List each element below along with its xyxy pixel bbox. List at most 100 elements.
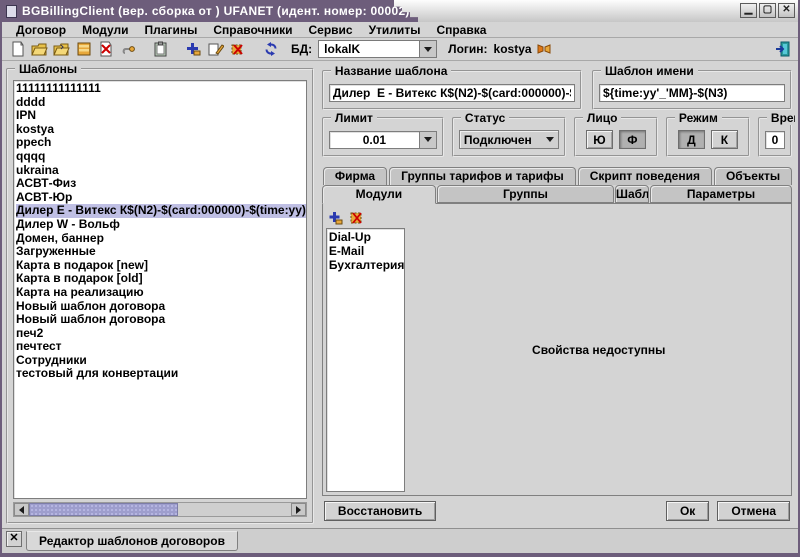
template-name-group: Название шаблона (322, 70, 582, 110)
template-name-label: Название шаблона (331, 64, 451, 78)
chevron-down-icon (419, 41, 436, 57)
template-list-item[interactable]: Карта в подарок [new] (16, 259, 306, 273)
delete-icon[interactable] (228, 40, 247, 58)
menu-item[interactable]: Сервис (300, 23, 360, 37)
title-bar-caption: BGBillingClient (вер. сборка от ) UFANET… (2, 0, 432, 22)
person-physical-toggle[interactable]: Ф (619, 130, 646, 149)
scroll-left-icon[interactable] (14, 503, 29, 516)
add-module-icon[interactable] (328, 211, 343, 225)
template-list-item[interactable]: qqqq (16, 150, 306, 164)
template-list-item[interactable]: Новый шаблон договора (16, 313, 306, 327)
status-select-value: Подключен (464, 133, 546, 147)
mode-label: Режим (675, 111, 722, 125)
template-list-item[interactable]: тестовый для конвертации (16, 367, 306, 381)
templates-hscrollbar[interactable] (13, 502, 307, 517)
report-icon[interactable] (151, 40, 170, 58)
status-group: Статус Подключен (452, 117, 566, 157)
template-list-item[interactable]: ppech (16, 136, 306, 150)
exit-icon[interactable] (773, 40, 792, 58)
tab[interactable]: Модули (322, 185, 436, 204)
menu-item[interactable]: Справка (428, 23, 494, 37)
new-contract-icon[interactable] (8, 40, 27, 58)
tab[interactable]: Параметры (650, 185, 792, 203)
login-value: kostya (494, 42, 532, 56)
limit-input[interactable] (329, 131, 419, 149)
name-template-input[interactable] (599, 84, 785, 102)
tab[interactable]: Группы (437, 185, 614, 203)
open-folder-icon[interactable] (52, 40, 71, 58)
app-window: BGBillingClient (вер. сборка от ) UFANET… (0, 0, 800, 557)
template-list-item[interactable]: Сотрудники (16, 354, 306, 368)
action-bar: Восстановить Ок Отмена (322, 496, 792, 526)
editor-panel: Название шаблона Шаблон имени Лимит (316, 64, 796, 526)
chevron-down-icon (546, 137, 554, 142)
delete-contract-icon[interactable] (96, 40, 115, 58)
template-list-item[interactable]: Новый шаблон договора (16, 300, 306, 314)
scroll-track[interactable] (29, 503, 291, 516)
ok-button[interactable]: Ок (666, 501, 709, 521)
open-contract-icon[interactable] (30, 40, 49, 58)
tab[interactable]: Шаблоны комментариев (615, 185, 649, 203)
templates-list[interactable]: 11111111111111ddddIPNkostyappechqqqqukra… (13, 80, 307, 499)
properties-message-area: Свойства недоступны (409, 207, 788, 492)
template-list-item[interactable]: АСВТ-Юр (16, 191, 306, 205)
contract-list-icon[interactable] (74, 40, 93, 58)
template-list-item[interactable]: Карта на реализацию (16, 286, 306, 300)
mode-group: Режим Д К (666, 117, 750, 157)
menu-item[interactable]: Справочники (205, 23, 300, 37)
template-list-item[interactable]: Загруженные (16, 245, 306, 259)
refresh-icon[interactable] (261, 40, 280, 58)
edit-icon[interactable] (206, 40, 225, 58)
maximize-button[interactable]: ▢ (759, 3, 776, 18)
scroll-right-icon[interactable] (291, 503, 306, 516)
tab[interactable]: Объекты (714, 167, 792, 185)
status-label: Статус (461, 111, 509, 125)
template-list-item[interactable]: 11111111111111 (16, 82, 306, 96)
person-label: Лицо (583, 111, 622, 125)
menu-bar: ДоговорМодулиПлагиныСправочникиСервисУти… (2, 22, 798, 38)
template-list-item[interactable]: Дилер W - Вольф (16, 218, 306, 232)
mode-d-toggle[interactable]: Д (678, 130, 705, 149)
tab[interactable]: Фирма (323, 167, 387, 185)
template-list-item[interactable]: печтест (16, 340, 306, 354)
db-select[interactable]: lokalK (318, 40, 437, 58)
tab[interactable]: Группы тарифов и тарифы (389, 167, 576, 185)
close-button[interactable]: ✕ (778, 3, 795, 18)
template-list-item[interactable]: kostya (16, 123, 306, 137)
template-list-item[interactable]: IPN (16, 109, 306, 123)
template-list-item[interactable]: Карта в подарок [old] (16, 272, 306, 286)
template-list-item[interactable]: Дилер Е - Витекс К$(N2)-$(card:000000)-$… (16, 204, 306, 218)
template-list-item[interactable]: АСВТ-Физ (16, 177, 306, 191)
close-tab-icon[interactable]: ✕ (6, 531, 22, 547)
template-name-input[interactable] (329, 84, 575, 102)
modules-list[interactable]: Dial-UpE-MailБухгалтерия (326, 228, 406, 492)
menu-item[interactable]: Договор (8, 23, 74, 37)
person-legal-toggle[interactable]: Ю (586, 130, 613, 149)
module-list-item[interactable]: Dial-Up (329, 230, 405, 244)
template-list-item[interactable]: Домен, баннер (16, 232, 306, 246)
restore-button[interactable]: Восстановить (324, 501, 436, 521)
minimize-button[interactable]: ▁ (740, 3, 757, 18)
tab[interactable]: Скрипт поведения (578, 167, 712, 185)
status-select[interactable]: Подключен (459, 130, 559, 149)
limit-group: Лимит (322, 117, 444, 157)
lifetime-input[interactable] (765, 131, 785, 149)
connection-icon (535, 40, 554, 58)
limit-dropdown-icon[interactable] (419, 131, 437, 149)
module-list-item[interactable]: E-Mail (329, 244, 405, 258)
template-list-item[interactable]: dddd (16, 96, 306, 110)
link-icon[interactable] (118, 40, 137, 58)
mode-k-toggle[interactable]: К (711, 130, 738, 149)
scroll-thumb[interactable] (29, 503, 178, 516)
menu-item[interactable]: Модули (74, 23, 136, 37)
template-list-item[interactable]: ukraina (16, 164, 306, 178)
cancel-button[interactable]: Отмена (717, 501, 790, 521)
remove-module-icon[interactable] (349, 211, 364, 225)
menu-item[interactable]: Плагины (137, 23, 206, 37)
title-bar[interactable]: BGBillingClient (вер. сборка от ) UFANET… (2, 0, 798, 22)
bottom-tab-contract-template-editor[interactable]: Редактор шаблонов договоров (26, 531, 238, 551)
template-list-item[interactable]: печ2 (16, 327, 306, 341)
module-list-item[interactable]: Бухгалтерия (329, 258, 405, 272)
add-icon[interactable] (184, 40, 203, 58)
menu-item[interactable]: Утилиты (361, 23, 429, 37)
